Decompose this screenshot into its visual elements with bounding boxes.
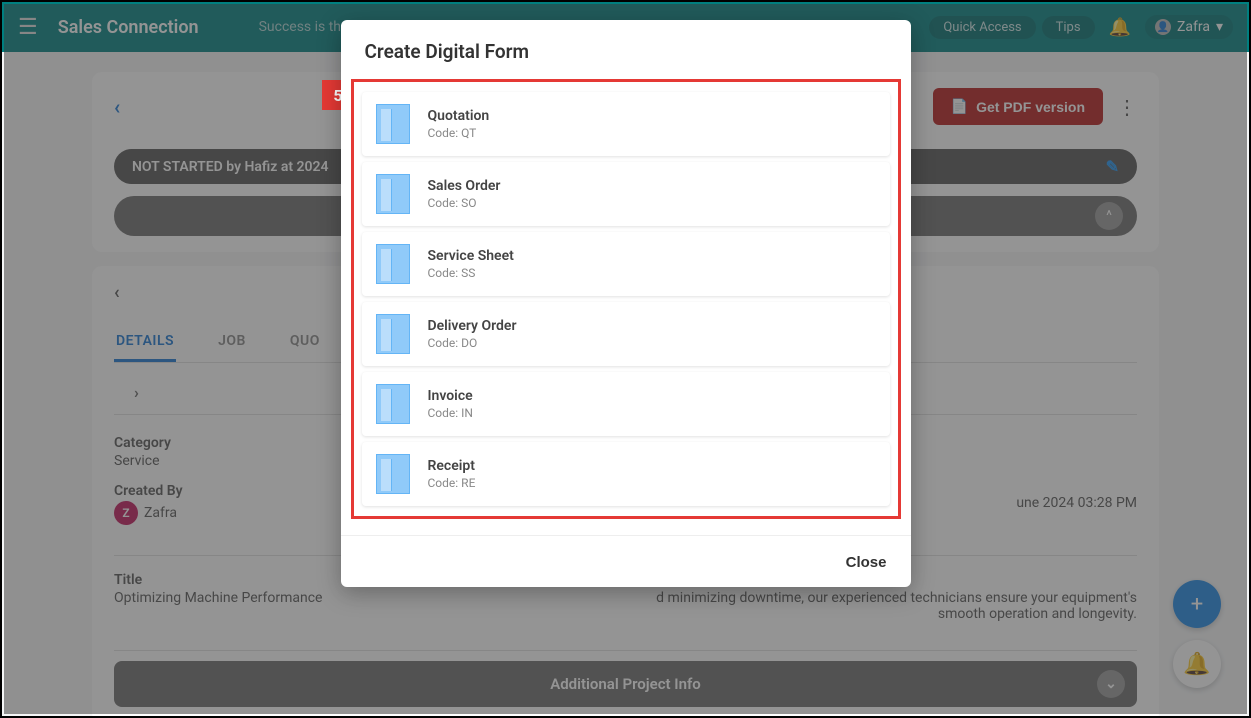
form-item-receipt[interactable]: Receipt Code: RE [362,442,890,506]
form-item-title: Receipt [428,458,476,474]
document-icon [376,174,410,214]
document-icon [376,314,410,354]
form-item-code: Code: IN [428,406,474,420]
document-icon [376,104,410,144]
form-item-code: Code: SO [428,196,501,210]
form-item-code: Code: SS [428,266,514,280]
form-item-quotation[interactable]: Quotation Code: QT [362,92,890,156]
form-item-delivery-order[interactable]: Delivery Order Code: DO [362,302,890,366]
modal-title: Create Digital Form [341,20,911,75]
form-item-title: Sales Order [428,178,501,194]
form-item-service-sheet[interactable]: Service Sheet Code: SS [362,232,890,296]
form-item-sales-order[interactable]: Sales Order Code: SO [362,162,890,226]
form-item-title: Quotation [428,108,490,124]
form-type-list: Quotation Code: QT Sales Order Code: SO … [351,79,901,519]
document-icon [376,244,410,284]
form-item-invoice[interactable]: Invoice Code: IN [362,372,890,436]
form-item-title: Delivery Order [428,318,517,334]
form-item-title: Invoice [428,388,474,404]
form-item-code: Code: QT [428,126,490,140]
form-item-code: Code: RE [428,476,476,490]
create-digital-form-modal: Create Digital Form Quotation Code: QT S… [341,20,911,587]
document-icon [376,384,410,424]
document-icon [376,454,410,494]
form-item-title: Service Sheet [428,248,514,264]
form-item-code: Code: DO [428,336,517,350]
close-button[interactable]: Close [846,554,887,571]
